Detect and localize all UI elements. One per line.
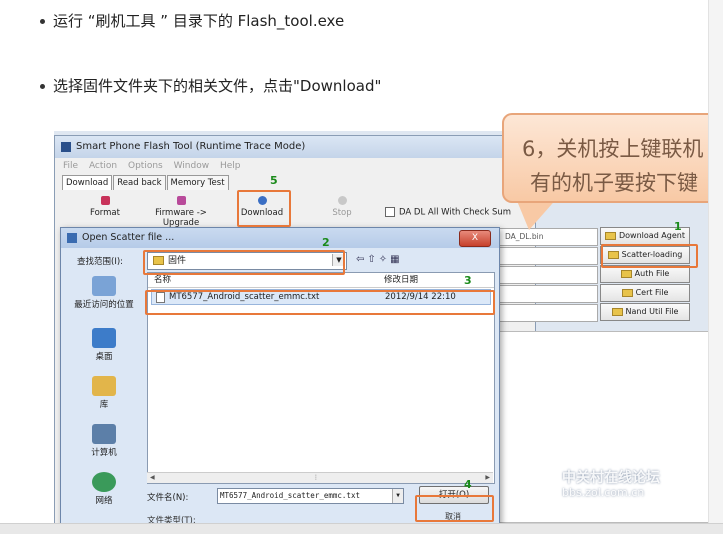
step-number-3: 3 bbox=[464, 274, 472, 287]
scroll-right-icon[interactable]: ▶ bbox=[485, 473, 490, 483]
menu-window[interactable]: Window bbox=[174, 161, 210, 171]
bullet-dot bbox=[40, 84, 45, 89]
cert-file-label: Cert File bbox=[635, 288, 669, 297]
folder-icon bbox=[605, 231, 616, 240]
stop-button[interactable]: Stop bbox=[327, 196, 357, 218]
menu-action[interactable]: Action bbox=[89, 161, 117, 171]
callout-bubble: 6，关机按上键联机 有的机子要按下键 bbox=[502, 113, 723, 203]
place-computer[interactable]: 计算机 bbox=[69, 424, 139, 458]
tab-memory-test[interactable]: Memory Test bbox=[166, 175, 229, 190]
dialog-title: Open Scatter file ... bbox=[82, 232, 175, 243]
zol-logo-icon: Z bbox=[526, 466, 566, 506]
firmware-upgrade-icon bbox=[176, 196, 186, 205]
new-folder-icon[interactable]: ✧ bbox=[379, 254, 390, 265]
menu-help[interactable]: Help bbox=[220, 161, 241, 171]
format-icon bbox=[100, 196, 110, 205]
app-title-bar: Smart Phone Flash Tool (Runtime Trace Mo… bbox=[55, 136, 535, 158]
callout-line-1: 6，关机按上键联机 bbox=[522, 137, 704, 161]
firmware-upgrade-label: Firmware -> Upgrade bbox=[155, 208, 207, 228]
da-path-value: DA_DL.bin bbox=[505, 232, 544, 241]
checkbox-box bbox=[385, 207, 395, 217]
page-vertical-scrollbar[interactable] bbox=[708, 0, 723, 523]
watermark-text: 中关村在线论坛 bbox=[562, 470, 660, 486]
app-tabs: Download Read back Memory Test bbox=[62, 175, 230, 190]
place-label: 网络 bbox=[95, 496, 113, 506]
scroll-grip-icon[interactable]: ⋮ bbox=[313, 473, 319, 483]
app-menubar: File Action Options Window Help bbox=[55, 159, 535, 173]
filetype-label: 文件类型(T): bbox=[147, 516, 196, 523]
step-number-5: 5 bbox=[270, 174, 278, 187]
place-desktop[interactable]: 桌面 bbox=[69, 328, 139, 362]
auth-file-label: Auth File bbox=[634, 269, 670, 278]
filename-input[interactable]: MT6577_Android_scatter_emmc.txt ▼ bbox=[217, 488, 404, 504]
file-list-hscrollbar[interactable]: ◀ ⋮ ▶ bbox=[147, 472, 493, 483]
step-number-4: 4 bbox=[464, 478, 472, 491]
filename-label: 文件名(N): bbox=[147, 493, 189, 503]
back-icon[interactable]: ⇦ bbox=[356, 254, 367, 265]
view-menu-icon[interactable]: ▦ bbox=[390, 254, 402, 265]
bullet-dot bbox=[40, 19, 45, 24]
file-list-header: 名称 修改日期 bbox=[148, 273, 494, 288]
tab-read-back[interactable]: Read back bbox=[113, 175, 166, 190]
column-modified[interactable]: 修改日期 bbox=[384, 273, 418, 287]
chevron-down-icon[interactable]: ▼ bbox=[392, 489, 403, 503]
step-number-2: 2 bbox=[322, 236, 330, 249]
app-title: Smart Phone Flash Tool (Runtime Trace Mo… bbox=[76, 141, 306, 152]
place-label: 最近访问的位置 bbox=[74, 300, 134, 310]
da-dl-checksum-checkbox[interactable]: DA DL All With Check Sum bbox=[385, 207, 511, 218]
scroll-left-icon[interactable]: ◀ bbox=[150, 473, 155, 483]
firmware-upgrade-button[interactable]: Firmware -> Upgrade bbox=[141, 196, 221, 228]
format-label: Format bbox=[90, 208, 120, 218]
highlight-scatter-file bbox=[145, 290, 495, 315]
cert-file-button[interactable]: Cert File bbox=[600, 284, 690, 302]
page-bottom-bar bbox=[0, 523, 723, 534]
look-in-label: 查找范围(I): bbox=[77, 257, 124, 267]
dialog-title-bar: Open Scatter file ... X bbox=[61, 228, 499, 248]
bullet-select-files: 选择固件文件夹下的相关文件，点击"Download" bbox=[40, 75, 381, 96]
bullet-text: 运行 “刷机工具 ” 目录下的 Flash_tool.exe bbox=[53, 12, 345, 30]
place-label: 计算机 bbox=[91, 448, 117, 458]
stop-icon bbox=[337, 196, 347, 205]
desktop-icon bbox=[92, 328, 116, 348]
bullet-text: 选择固件文件夹下的相关文件，点击"Download" bbox=[53, 77, 382, 95]
column-name[interactable]: 名称 bbox=[154, 273, 171, 287]
place-label: 桌面 bbox=[95, 352, 113, 362]
up-folder-icon[interactable]: ⇧ bbox=[367, 254, 378, 265]
libraries-icon bbox=[92, 376, 116, 396]
place-libraries[interactable]: 库 bbox=[69, 376, 139, 410]
filename-value: MT6577_Android_scatter_emmc.txt bbox=[220, 491, 360, 500]
app-logo-icon bbox=[61, 142, 71, 152]
folder-icon bbox=[611, 307, 623, 316]
highlight-download-button bbox=[237, 190, 291, 227]
folder-icon bbox=[620, 269, 632, 278]
stop-label: Stop bbox=[332, 208, 352, 218]
nand-util-file-label: Nand Util File bbox=[625, 307, 679, 316]
bullet-run-flash-tool: 运行 “刷机工具 ” 目录下的 Flash_tool.exe bbox=[40, 10, 344, 31]
recent-places-icon bbox=[92, 276, 116, 296]
menu-file[interactable]: File bbox=[63, 161, 78, 171]
watermark-url: bbs.zol.com.cn bbox=[562, 486, 645, 499]
format-button[interactable]: Format bbox=[85, 196, 125, 218]
app-toolbar: Format Firmware -> Upgrade Download Stop… bbox=[55, 191, 535, 229]
computer-icon bbox=[92, 424, 116, 444]
place-network[interactable]: 网络 bbox=[69, 472, 139, 506]
da-dl-checksum-label: DA DL All With Check Sum bbox=[399, 207, 512, 218]
callout-line-2: 有的机子要按下键 bbox=[530, 171, 698, 195]
nand-util-file-button[interactable]: Nand Util File bbox=[600, 303, 690, 321]
folder-icon bbox=[621, 288, 633, 297]
highlight-open-button bbox=[415, 495, 494, 522]
step-number-1: 1 bbox=[674, 220, 682, 233]
dialog-nav-icons: ⇦⇧✧▦ bbox=[356, 254, 403, 265]
highlight-look-in bbox=[143, 250, 345, 275]
tab-download[interactable]: Download bbox=[62, 175, 113, 190]
dialog-close-button[interactable]: X bbox=[459, 230, 491, 247]
network-icon bbox=[92, 472, 116, 492]
place-recent[interactable]: 最近访问的位置 bbox=[69, 276, 139, 310]
dialog-app-icon bbox=[67, 233, 77, 243]
menu-options[interactable]: Options bbox=[128, 161, 163, 171]
place-label: 库 bbox=[99, 400, 109, 410]
highlight-scatter-loading bbox=[601, 244, 698, 268]
